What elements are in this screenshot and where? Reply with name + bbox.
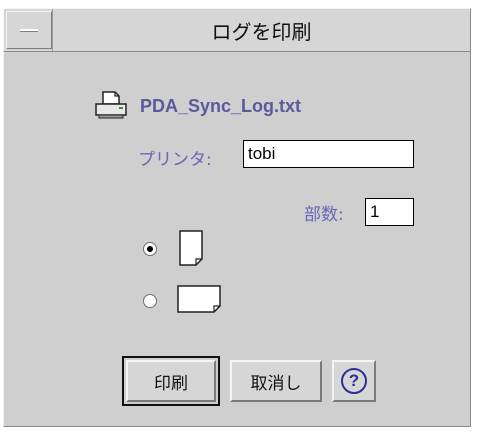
printer-input[interactable] [243,140,414,168]
window-menu-icon [20,29,38,32]
window-menu-button[interactable] [6,11,52,49]
help-button[interactable]: ? [332,360,376,402]
printer-label: プリンタ: [138,150,212,170]
print-log-dialog: ログを印刷 PDA_Sync_Log.txt プリンタ: 部数: 印刷 取消し [0,0,479,437]
cancel-button[interactable]: 取消し [230,360,322,402]
print-button[interactable]: 印刷 [126,360,216,402]
dialog-body: PDA_Sync_Log.txt プリンタ: 部数: 印刷 取消し ? [3,52,471,427]
file-name: PDA_Sync_Log.txt [140,96,302,116]
portrait-page-icon [179,230,203,266]
help-icon: ? [341,368,367,394]
dialog-title: ログを印刷 [52,9,470,51]
landscape-page-icon [177,285,221,313]
title-bar[interactable]: ログを印刷 [3,8,471,52]
printer-icon [95,91,127,119]
copies-input[interactable] [365,198,414,226]
landscape-radio[interactable] [143,294,157,308]
copies-label: 部数: [304,205,344,225]
portrait-radio[interactable] [143,242,157,256]
